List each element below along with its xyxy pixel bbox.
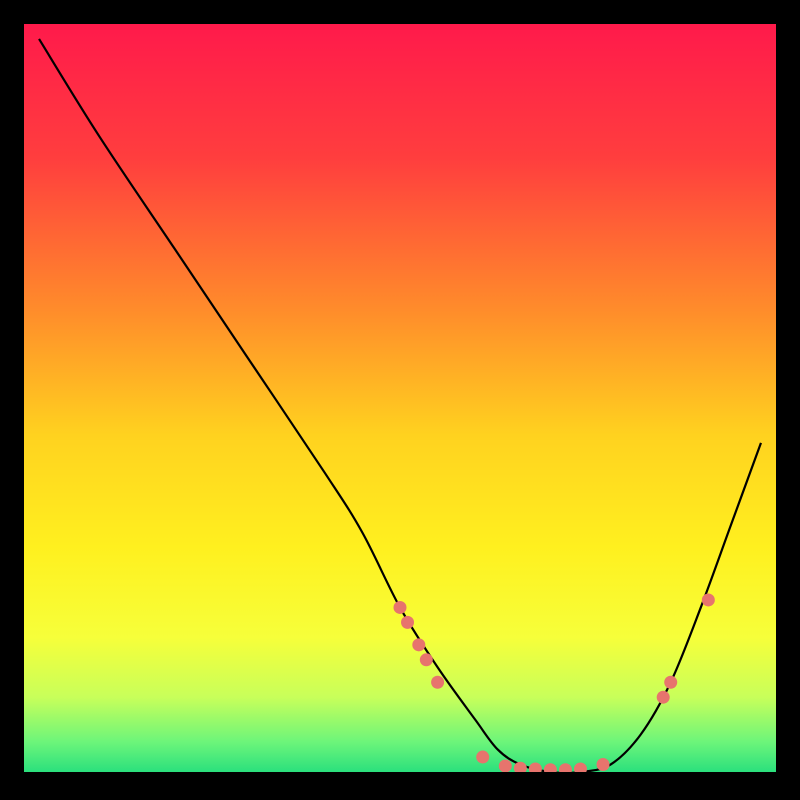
chart-frame: TheBottleneck.com [24, 24, 776, 776]
data-marker [597, 758, 610, 771]
data-marker [664, 676, 677, 689]
data-marker [431, 676, 444, 689]
data-marker [476, 751, 489, 764]
gradient-background [24, 24, 776, 772]
bottleneck-chart [24, 24, 776, 772]
data-marker [412, 638, 425, 651]
data-marker [499, 760, 512, 772]
data-marker [401, 616, 414, 629]
data-marker [394, 601, 407, 614]
data-marker [702, 593, 715, 606]
data-marker [420, 653, 433, 666]
data-marker [657, 691, 670, 704]
